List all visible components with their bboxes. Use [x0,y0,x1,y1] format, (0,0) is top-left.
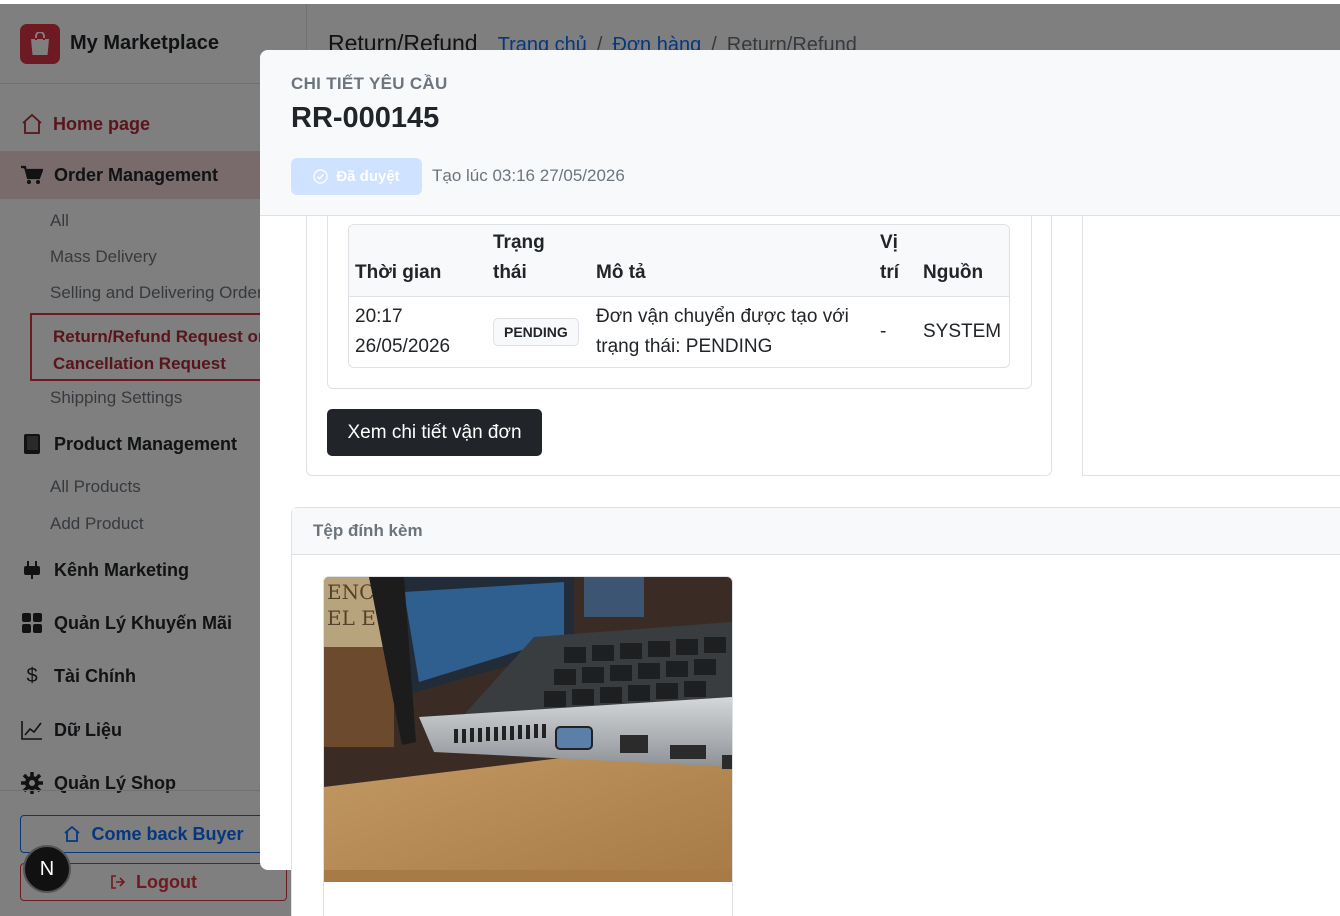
modal-header: CHI TIẾT YÊU CẦU RR-000145 Đã duyệt Tạo … [260,50,1340,216]
created-time: Tạo lúc 03:16 27/05/2026 [432,166,625,185]
col-time: Thời gian [349,225,487,297]
request-detail-modal: CHI TIẾT YÊU CẦU RR-000145 Đã duyệt Tạo … [260,50,1340,870]
pending-badge: PENDING [493,317,579,346]
row-status: PENDING [487,296,590,367]
request-code: RR-000145 [291,102,440,134]
col-description: Mô tả [590,225,874,297]
row-description: Đơn vận chuyển được tạo với trạng thái: P… [590,296,874,367]
row-location: - [880,320,887,342]
row-time-date: 26/05/2026 [355,335,451,357]
status-badge: Đã duyệt [291,158,422,195]
attachment-thumbnail[interactable]: ENC EL E [323,576,733,870]
next-dev-badge[interactable]: N [23,845,71,893]
row-desc-line2: trạng thái: PENDING [596,335,773,357]
row-time-hour: 20:17 [355,305,403,327]
svg-text:EL E: EL E [327,606,376,630]
attachment-thumbnail-caption [323,870,733,916]
attachments-card: Tệp đính kèm ENC EL E [291,507,1340,870]
col-source: Nguồn [917,225,1009,297]
col-location-line2: trí [880,261,899,283]
attachments-title: Tệp đính kèm [292,508,1340,555]
view-waybill-button[interactable]: Xem chi tiết vận đơn [327,409,542,456]
col-status-line2: thái [493,261,527,283]
modal-kicker: CHI TIẾT YÊU CẦU [291,74,448,93]
row-source: SYSTEM [923,320,1002,342]
col-status: Trạng thái [487,225,590,297]
photo-bottom-edge [324,870,732,882]
col-location: Vị trí [874,225,917,297]
row-time: 20:17 26/05/2026 [349,296,487,367]
row-desc-line1: Đơn vận chuyển được tạo với [596,305,849,327]
table-header-row: Thời gian Trạng thái Mô tả Vị trí Nguồn [349,225,1009,297]
col-status-line1: Trạng [493,231,545,253]
col-location-line1: Vị [880,231,898,253]
laptop-photo: ENC EL E [324,577,732,870]
attachments-card-overflow [291,870,1340,916]
status-label: Đã duyệt [336,168,400,185]
table-row: 20:17 26/05/2026 PENDING Đơn vận chuyển đ… [349,296,1009,367]
side-card [1082,216,1340,476]
svg-text:ENC: ENC [327,580,374,604]
tracking-table: Thời gian Trạng thái Mô tả Vị trí Nguồn 20… [348,224,1010,368]
check-circle-icon [313,169,329,184]
